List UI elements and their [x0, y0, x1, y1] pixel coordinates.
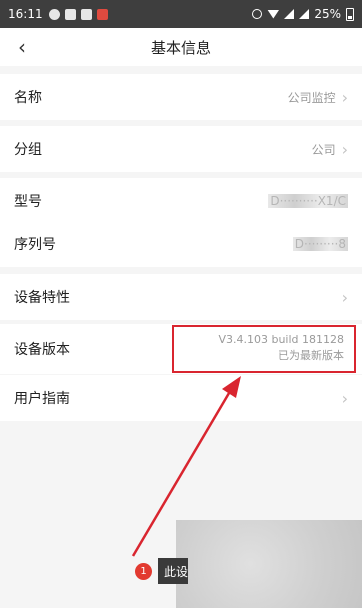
step-badge: 1 [135, 563, 152, 580]
tooltip: 此设 [158, 558, 188, 584]
blurred-region [176, 520, 362, 608]
annotation-arrow [131, 376, 241, 557]
